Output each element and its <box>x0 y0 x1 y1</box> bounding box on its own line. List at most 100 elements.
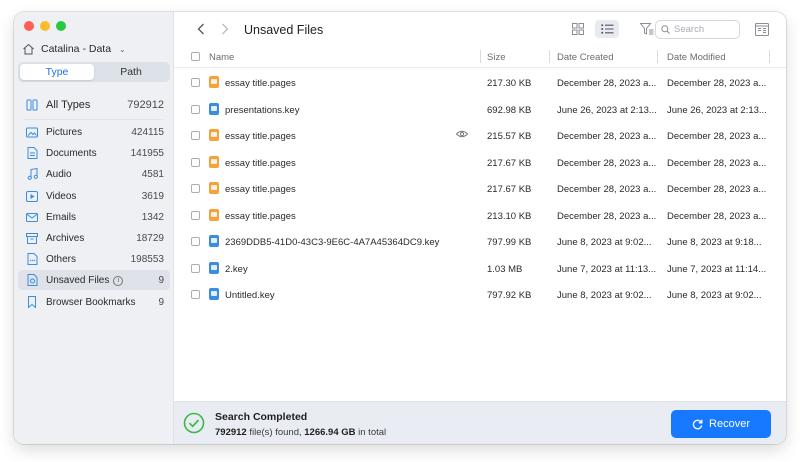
file-name: presentations.key <box>225 104 300 116</box>
sidebar-item-label: Archives <box>46 232 85 244</box>
sidebar-item-emails[interactable]: Emails 1342 <box>18 207 170 227</box>
sidebar-item-label: All Types <box>46 99 91 111</box>
row-checkbox[interactable] <box>191 210 200 220</box>
sidebar-item-videos[interactable]: Videos 3619 <box>18 186 170 206</box>
refresh-icon <box>692 419 703 429</box>
search-input[interactable] <box>674 24 734 35</box>
row-checkbox[interactable] <box>191 131 200 140</box>
eye-preview-icon[interactable] <box>455 130 469 141</box>
sidebar-item-unsaved-files[interactable]: Unsaved Files i 9 <box>18 270 170 290</box>
file-size: 797.92 KB <box>487 290 532 301</box>
sidebar-item-count: 9 <box>158 274 164 286</box>
info-icon[interactable]: i <box>113 275 124 286</box>
total-text: in total <box>358 427 387 438</box>
sidebar-item-audio[interactable]: Audio 4581 <box>18 164 170 184</box>
status-summary: 792912 file(s) found, 1266.94 GB in tota… <box>215 427 386 438</box>
recover-button[interactable]: Recover <box>671 410 771 438</box>
tab-type[interactable]: Type <box>20 64 94 80</box>
toolbar: Unsaved Files <box>174 12 786 46</box>
file-size: 215.57 KB <box>487 131 532 142</box>
back-button[interactable] <box>194 22 208 36</box>
list-view-button[interactable] <box>595 20 619 38</box>
sidebar-item-label: Documents <box>46 147 97 159</box>
table-row[interactable]: essay title.pages 213.10 KB December 28, 2… <box>174 203 786 230</box>
recover-button-label: Recover <box>709 418 750 430</box>
file-size: 213.10 KB <box>487 210 532 222</box>
row-checkbox[interactable] <box>191 237 200 246</box>
sidebar-item-others[interactable]: Others 198553 <box>18 249 170 269</box>
file-size: 797.99 KB <box>487 237 532 248</box>
row-checkbox[interactable] <box>191 104 200 114</box>
date-created: June 8, 2023 at 9:02... <box>557 290 652 301</box>
bookmark-icon <box>26 296 38 308</box>
table-row[interactable]: essay title.pages 217.67 KB December 28, 2… <box>174 150 786 177</box>
main-panel: Unsaved Files Name Size <box>174 12 786 444</box>
files-found-count: 792912 <box>215 427 247 438</box>
forward-button[interactable] <box>218 22 232 36</box>
sidebar-panel-icon <box>755 22 769 36</box>
grid-view-button[interactable] <box>566 20 590 38</box>
file-name: essay title.pages <box>225 157 296 169</box>
drive-selector[interactable]: Catalina - Data ⌄ <box>22 41 126 57</box>
column-resize-handle[interactable] <box>480 50 481 63</box>
close-window-button[interactable] <box>24 21 34 31</box>
column-header-date-created[interactable]: Date Created <box>557 52 614 63</box>
drive-name: Catalina - Data <box>41 43 112 55</box>
page-title: Unsaved Files <box>244 23 324 37</box>
column-header-name[interactable]: Name <box>209 52 234 63</box>
view-mode-segmented-control: Type Path <box>18 62 170 82</box>
file-size: 217.30 KB <box>487 78 532 89</box>
sidebar-item-label: Others <box>46 253 77 265</box>
table-row[interactable]: essay title.pages 217.30 KB December 28, 2… <box>174 70 786 97</box>
row-checkbox[interactable] <box>191 184 200 193</box>
sidebar: Catalina - Data ⌄ Type Path All Types 79… <box>14 12 174 444</box>
sidebar-item-all-types[interactable]: All Types 792912 <box>18 95 170 115</box>
table-row[interactable]: presentations.key 692.98 KB June 26, 2023 … <box>174 97 786 124</box>
sidebar-item-label: Videos <box>46 190 77 202</box>
pages-file-icon <box>209 155 219 168</box>
row-checkbox[interactable] <box>191 290 200 299</box>
tab-path[interactable]: Path <box>94 64 168 80</box>
sidebar-item-archives[interactable]: Archives 18729 <box>18 228 170 248</box>
table-row[interactable]: 2.key 1.03 MB June 7, 2023 at 11:13... June… <box>174 256 786 283</box>
table-row[interactable]: essay title.pages 215.57 KB December 28, 2… <box>174 123 786 150</box>
home-icon <box>22 43 35 55</box>
zoom-window-button[interactable] <box>56 21 66 31</box>
archives-icon <box>26 232 38 244</box>
row-checkbox[interactable] <box>191 78 200 87</box>
sidebar-item-count: 4581 <box>141 168 164 180</box>
videos-icon <box>26 190 38 202</box>
column-resize-handle[interactable] <box>657 50 658 63</box>
row-checkbox[interactable] <box>191 157 200 167</box>
row-checkbox[interactable] <box>191 263 200 273</box>
date-modified: December 28, 2023 a... <box>667 157 767 169</box>
all-types-icon <box>26 99 38 111</box>
sidebar-item-count: 1342 <box>141 211 164 223</box>
table-row[interactable]: 2369DDB5-41D0-43C3-9E6C-4A7A45364DC9.key… <box>174 229 786 256</box>
sidebar-item-documents[interactable]: Documents 141955 <box>18 143 170 163</box>
table-row[interactable]: essay title.pages 217.67 KB December 28, 2… <box>174 176 786 203</box>
minimize-window-button[interactable] <box>40 21 50 31</box>
file-size: 217.67 KB <box>487 184 532 195</box>
file-size: 1.03 MB <box>487 263 523 275</box>
table-header: Name Size Date Created Date Modified <box>174 46 786 68</box>
files-found-text: file(s) found, <box>249 427 302 438</box>
sidebar-item-browser-bookmarks[interactable]: Browser Bookmarks 9 <box>18 292 170 312</box>
table-row[interactable]: Untitled.key 797.92 KB June 8, 2023 at 9:0… <box>174 282 786 309</box>
date-created: December 28, 2023 a... <box>557 184 657 195</box>
select-all-checkbox[interactable] <box>191 52 200 61</box>
file-name: essay title.pages <box>225 210 296 222</box>
keynote-file-icon <box>209 288 219 300</box>
column-resize-handle[interactable] <box>549 50 550 63</box>
sidebar-item-label: Audio <box>46 168 72 180</box>
column-header-size[interactable]: Size <box>487 52 505 63</box>
file-name: essay title.pages <box>225 184 296 195</box>
documents-icon <box>26 147 38 159</box>
sidebar-item-count: 424115 <box>131 126 164 138</box>
date-created: December 28, 2023 a... <box>557 210 657 222</box>
date-created: December 28, 2023 a... <box>557 157 657 169</box>
column-header-date-modified[interactable]: Date Modified <box>667 52 726 63</box>
preview-panel-button[interactable] <box>750 20 774 38</box>
sidebar-item-pictures[interactable]: Pictures 424115 <box>18 122 170 142</box>
column-resize-handle[interactable] <box>769 50 770 63</box>
